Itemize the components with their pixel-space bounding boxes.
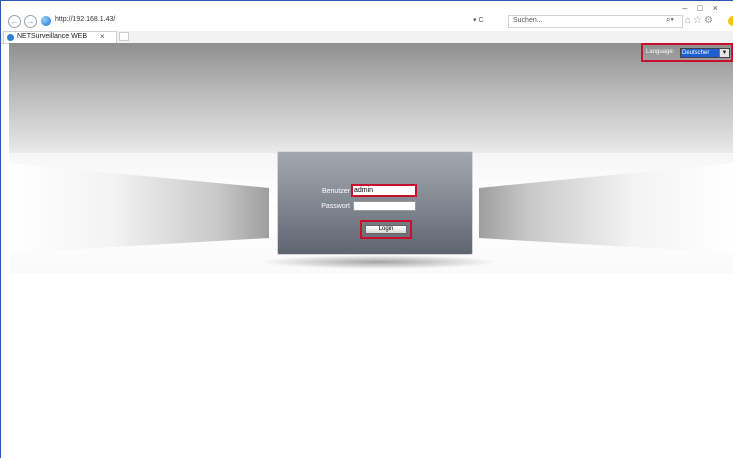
username-highlight <box>351 184 417 197</box>
header-background <box>9 43 733 163</box>
browser-search-input[interactable]: Suchen... <box>508 15 683 28</box>
language-selector-highlight: Language: Deutscher ▼ <box>641 43 733 62</box>
address-url[interactable]: http://192.168.1.43/ <box>55 16 115 23</box>
home-star-gear-icons[interactable]: ⌂☆⚙ <box>685 15 715 26</box>
chevron-down-icon[interactable]: ▼ <box>719 49 729 57</box>
refresh-icon[interactable]: ▾ C <box>473 16 484 24</box>
site-favicon-icon <box>41 16 51 26</box>
arrow-right-icon: → <box>26 17 35 26</box>
window-controls[interactable]: –□× <box>682 3 728 13</box>
forward-button[interactable]: → <box>24 15 37 28</box>
search-placeholder: Suchen... <box>513 17 543 24</box>
tab-favicon-icon <box>7 34 14 41</box>
tab-title: NETSurveillance WEB <box>17 33 88 40</box>
page-content: Language: Deutscher ▼ Benutzer Passwort … <box>9 43 733 458</box>
login-button[interactable]: Login <box>365 225 407 234</box>
arrow-left-icon: ← <box>10 17 19 26</box>
search-icon[interactable]: ⌕▾ <box>666 15 674 25</box>
smiley-icon[interactable] <box>728 16 733 26</box>
browser-titlebar: ← → http://192.168.1.43/ ▾ C Suchen... ⌕… <box>1 1 733 31</box>
language-selected-value[interactable]: Deutscher <box>681 49 719 57</box>
login-panel: Benutzer Passwort Login <box>277 151 473 255</box>
language-label: Language: <box>646 49 675 55</box>
back-button[interactable]: ← <box>8 15 21 28</box>
username-input[interactable] <box>354 186 414 195</box>
username-label: Benutzer <box>321 188 350 195</box>
address-bar[interactable]: http://192.168.1.43/ <box>53 15 493 29</box>
tab-close-icon[interactable]: × <box>100 32 105 41</box>
browser-window: ← → http://192.168.1.43/ ▾ C Suchen... ⌕… <box>0 0 733 458</box>
language-select[interactable]: Deutscher ▼ <box>680 48 730 58</box>
tab-netsurveillance[interactable]: NETSurveillance WEB × <box>3 31 117 43</box>
password-label: Passwort <box>321 203 350 210</box>
login-button-highlight: Login <box>360 220 412 239</box>
new-tab-button[interactable] <box>119 32 129 41</box>
password-input[interactable] <box>353 201 416 211</box>
panel-shadow <box>259 255 499 269</box>
